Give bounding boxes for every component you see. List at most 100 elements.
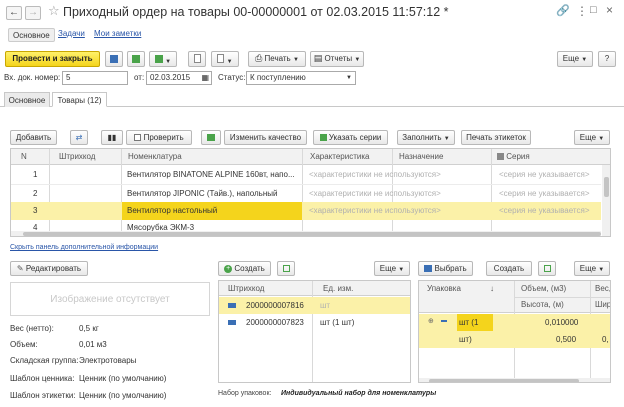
- post-button[interactable]: [127, 51, 145, 67]
- tab-tasks[interactable]: Задачи: [58, 29, 85, 38]
- doc-num-label: Вх. док. номер:: [4, 73, 61, 82]
- minus-icon[interactable]: [441, 320, 447, 322]
- horizontal-scrollbar[interactable]: [11, 231, 601, 236]
- warehouse-group-value: Электротовары: [79, 356, 137, 365]
- pack-row-selected[interactable]: ⊕ шт (1 шт) 0,010000 0,500 0,: [419, 314, 610, 348]
- barcode-icon: [228, 303, 236, 308]
- weight-label: Вес (нетто):: [10, 324, 54, 333]
- printer-icon: ⎙: [255, 53, 263, 63]
- col-width[interactable]: Ширина, (: [595, 298, 610, 312]
- edit-button[interactable]: ✎ Редактировать: [10, 261, 88, 276]
- change-quality-button[interactable]: Изменить качество: [224, 130, 307, 145]
- table-row[interactable]: 1 Вентилятор BINATONE ALPINE 160вт, напо…: [11, 166, 601, 184]
- save-button[interactable]: [105, 51, 123, 67]
- doc-num-field[interactable]: 5: [62, 71, 128, 85]
- select-button[interactable]: Выбрать: [418, 261, 473, 276]
- copy-icon: [282, 265, 290, 273]
- copy-pack-button[interactable]: [538, 261, 556, 276]
- print-button[interactable]: ⎙ Печать ▼: [248, 51, 306, 67]
- pack-set-label: Набор упаковок:: [218, 390, 272, 397]
- tab-main-inner[interactable]: Основное: [4, 92, 50, 107]
- barcode-icon: ▮▮: [107, 133, 117, 142]
- col-height[interactable]: Высота, (м): [521, 298, 564, 312]
- tab-goods[interactable]: Товары (12): [52, 92, 107, 107]
- barcode-icon: [228, 320, 236, 325]
- share-icon: ⇄: [75, 133, 83, 142]
- col-barcode-mid[interactable]: Штрихкод: [228, 282, 264, 296]
- reports-button[interactable]: ▤ Отчеты ▼: [310, 51, 364, 67]
- sort-arrow-icon[interactable]: ↓: [490, 282, 494, 296]
- add-button[interactable]: Добавить: [10, 130, 57, 145]
- date-field[interactable]: 02.03.2015 ▦: [146, 71, 212, 85]
- post-icon: [132, 55, 140, 63]
- vscroll-thumb[interactable]: [604, 177, 609, 197]
- series-col-icon: [497, 153, 504, 161]
- pack-set-value[interactable]: Индивидуальный набор для номенклатуры: [281, 388, 436, 400]
- col-characteristic[interactable]: Характеристика: [310, 150, 369, 164]
- document-icon: [193, 54, 201, 63]
- create-pack-button[interactable]: Создать: [486, 261, 532, 276]
- warehouse-group-label: Складская группа:: [10, 356, 79, 365]
- back-button[interactable]: ←: [6, 6, 22, 20]
- maximize-icon[interactable]: □: [590, 4, 597, 16]
- create-based-icon: [154, 55, 163, 63]
- volume-value: 0,01 м3: [79, 340, 107, 349]
- barcode-row-selected[interactable]: 2000000007816 шт: [219, 297, 410, 314]
- more-button[interactable]: Еще ▼: [557, 51, 593, 67]
- create-barcode-button[interactable]: + Создать: [218, 261, 271, 276]
- arrow-right-icon: →: [28, 7, 38, 18]
- help-button[interactable]: ?: [598, 51, 616, 67]
- table-row-selected[interactable]: 3 Вентилятор настольный <характеристики …: [11, 202, 601, 220]
- pack-scroll-thumb[interactable]: [429, 379, 579, 382]
- check-button[interactable]: Проверить: [126, 130, 192, 145]
- col-unit[interactable]: Ед. изм.: [323, 282, 353, 296]
- chevron-down-icon: ▼: [346, 75, 352, 81]
- col-purpose[interactable]: Назначение: [399, 150, 443, 164]
- forward-button[interactable]: →: [25, 6, 41, 20]
- barcode-button[interactable]: ▮▮: [101, 130, 123, 145]
- expand-icon[interactable]: ⊕: [428, 317, 434, 325]
- close-icon[interactable]: ×: [606, 3, 613, 17]
- menu-dots-icon[interactable]: ⋮: [576, 4, 588, 18]
- col-weight[interactable]: Вес, (: [595, 282, 610, 296]
- floppy-icon: [110, 55, 118, 63]
- right-more-button[interactable]: Еще ▼: [574, 261, 610, 276]
- barcode-row[interactable]: 2000000007823 шт (1 шт): [219, 314, 410, 331]
- link-icon[interactable]: 🔗: [556, 4, 570, 17]
- calendar-icon[interactable]: ▦: [201, 72, 209, 84]
- goods-more-button[interactable]: Еще ▼: [574, 130, 610, 145]
- col-barcode[interactable]: Штрихкод: [59, 150, 95, 164]
- volume-label: Объем:: [10, 340, 38, 349]
- status-select[interactable]: К поступлению ▼: [246, 71, 356, 85]
- report-icon: ▤: [313, 53, 323, 63]
- col-volume[interactable]: Объем, (м3): [521, 282, 566, 296]
- col-nomenclature[interactable]: Номенклатура: [128, 150, 182, 164]
- col-pack[interactable]: Упаковка: [427, 282, 461, 296]
- copy-button[interactable]: [277, 261, 295, 276]
- create-based-on-button[interactable]: ▼: [149, 51, 177, 67]
- tab-main[interactable]: Основное: [8, 28, 55, 42]
- scroll-thumb[interactable]: [23, 232, 601, 236]
- barcodes-table: Штрихкод Ед. изм. 2000000007816 шт 20000…: [218, 280, 411, 383]
- col-n[interactable]: N: [21, 150, 27, 164]
- label-template-label: Шаблон этикетки:: [10, 391, 76, 400]
- vertical-scrollbar[interactable]: [602, 165, 610, 236]
- calc-button[interactable]: [201, 130, 221, 145]
- post-and-close-button[interactable]: Провести и закрыть: [5, 51, 100, 67]
- tab-notes[interactable]: Мои заметки: [94, 29, 141, 38]
- middle-more-button[interactable]: Еще ▼: [374, 261, 410, 276]
- price-tag-label: Шаблон ценника:: [10, 374, 75, 383]
- hide-panel-link[interactable]: Скрыть панель дополнительной информации: [10, 244, 158, 251]
- star-icon[interactable]: ☆: [48, 3, 60, 19]
- structure-button[interactable]: [188, 51, 206, 67]
- table-row[interactable]: 2 Вентилятор JIPONIC (Тайв.), напольный …: [11, 184, 601, 202]
- pack-hscrollbar[interactable]: [419, 378, 610, 382]
- print-labels-button[interactable]: Печать этикеток: [461, 130, 531, 145]
- attach-button[interactable]: ▼: [211, 51, 239, 67]
- col-series[interactable]: Серия: [497, 150, 530, 164]
- image-placeholder: Изображение отсутствует: [10, 282, 210, 316]
- share-button[interactable]: ⇄: [70, 130, 88, 145]
- weight-value: 0,5 кг: [79, 324, 99, 333]
- fill-button[interactable]: Заполнить ▼: [397, 130, 455, 145]
- specify-series-button[interactable]: Указать серии: [313, 130, 388, 145]
